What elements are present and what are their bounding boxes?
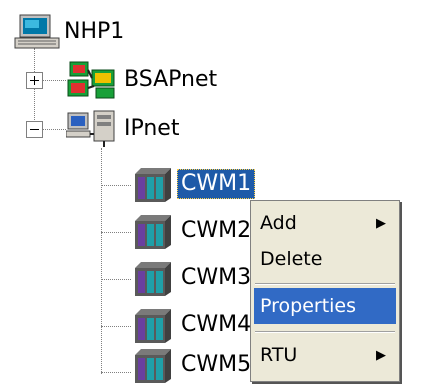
tree-node-cwm3[interactable]: CWM3	[131, 258, 255, 298]
tree-connector	[101, 372, 131, 373]
tree-node-label-cwm3[interactable]: CWM3	[177, 263, 255, 293]
tree-node-bsapnet[interactable]: BSAPnet	[66, 60, 221, 100]
tree-node-cwm4[interactable]: CWM4	[131, 305, 255, 345]
controller-icon	[135, 168, 171, 202]
menu-separator	[255, 331, 395, 333]
submenu-arrow-icon: ▶	[376, 215, 386, 231]
tree-connector	[34, 48, 35, 130]
menu-item-rtu[interactable]: RTU ▶	[254, 337, 396, 373]
menu-item-label: RTU	[260, 344, 298, 366]
controller-icon	[135, 215, 171, 249]
menu-item-add[interactable]: Add ▶	[254, 205, 396, 241]
computer-icon	[14, 14, 60, 49]
tree-node-ipnet[interactable]: IPnet	[66, 109, 183, 149]
tree-node-label-cwm2[interactable]: CWM2	[177, 216, 255, 246]
context-menu: Add ▶ Delete Properties RTU ▶	[250, 200, 400, 382]
menu-item-label: Add	[260, 212, 297, 234]
tree-connector	[42, 129, 66, 130]
tree-node-label-cwm1[interactable]: CWM1	[177, 169, 256, 199]
tree-node-cwm1[interactable]: CWM1	[131, 164, 256, 204]
expand-plus-icon[interactable]	[26, 72, 43, 89]
tree-connector	[101, 148, 102, 374]
menu-separator	[255, 283, 395, 285]
tree-connector	[101, 232, 131, 233]
tree-node-label-ipnet[interactable]: IPnet	[120, 114, 183, 144]
tree-node-root[interactable]: NHP1	[14, 12, 128, 52]
menu-item-properties[interactable]: Properties	[254, 288, 396, 324]
ip-network-icon	[66, 110, 115, 147]
submenu-arrow-icon: ▶	[376, 347, 386, 363]
tree-connector	[101, 185, 131, 186]
tree-connector	[101, 326, 131, 327]
tree-node-label-cwm4[interactable]: CWM4	[177, 310, 255, 340]
tree-node-label-cwm5[interactable]: CWM5	[177, 350, 255, 380]
controller-icon	[135, 349, 171, 383]
tree-node-cwm2[interactable]: CWM2	[131, 211, 255, 251]
tree-node-cwm5[interactable]: CWM5	[131, 345, 255, 385]
collapse-minus-icon[interactable]	[26, 121, 43, 138]
tree-node-label-nhp1[interactable]: NHP1	[60, 17, 128, 47]
menu-item-label: Properties	[260, 295, 357, 317]
controller-icon	[135, 262, 171, 296]
menu-item-delete[interactable]: Delete	[254, 241, 396, 277]
tree-node-label-bsapnet[interactable]: BSAPnet	[120, 65, 221, 95]
tree-connector	[42, 80, 66, 81]
network-icon	[67, 61, 115, 99]
tree-connector	[101, 279, 131, 280]
menu-item-label: Delete	[260, 248, 323, 270]
controller-icon	[135, 309, 171, 343]
